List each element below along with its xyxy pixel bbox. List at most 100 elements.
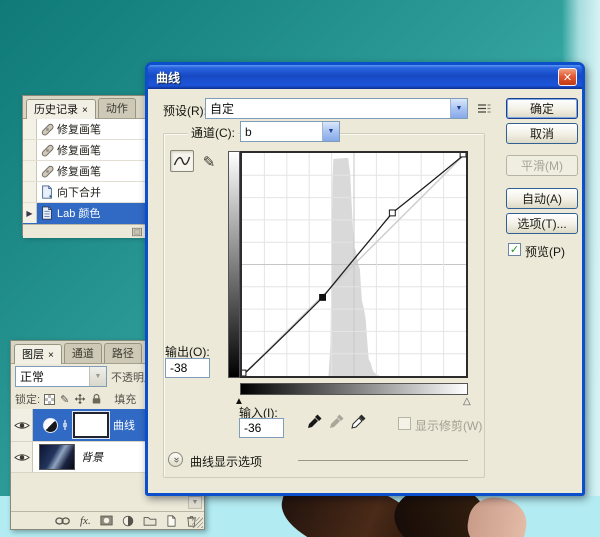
history-state-label: 修复画笔	[57, 163, 101, 179]
preview-checkbox[interactable]: ✓	[508, 243, 521, 256]
tab-channels-label: 通道	[72, 348, 94, 360]
history-state-label: 修复画笔	[57, 121, 101, 137]
preset-value: 自定	[206, 100, 450, 117]
history-source-well[interactable]: ▶	[23, 203, 37, 223]
tab-close-icon[interactable]: ×	[48, 350, 54, 361]
history-tabbar: 历史记录 × 动作	[23, 96, 147, 119]
history-source-well[interactable]	[23, 161, 37, 181]
show-clipping-label: 显示修剪(W)	[415, 417, 482, 434]
curve-svg[interactable]	[242, 153, 466, 376]
layer-name[interactable]: 背景	[81, 449, 103, 465]
smooth-button[interactable]: 平滑(M)	[506, 155, 578, 176]
current-state-pointer-icon: ▶	[26, 209, 32, 218]
curves-dialog: 曲线 ✕ 预设(R): 自定 ▼ 通道(C): b ▼ ✎ ▲ △ 输出(O):	[145, 62, 585, 496]
history-state-row[interactable]: 修复画笔	[23, 161, 147, 182]
history-state-label: Lab 颜色	[57, 205, 100, 221]
new-layer-icon[interactable]	[166, 515, 177, 527]
layer-name[interactable]: 曲线	[113, 417, 135, 433]
white-eyedropper-icon[interactable]	[350, 413, 367, 430]
new-adjustment-layer-icon[interactable]	[122, 515, 134, 527]
chevron-down-icon[interactable]: ▼	[322, 122, 339, 141]
tab-history[interactable]: 历史记录 ×	[26, 99, 96, 119]
white-point-slider[interactable]: △	[463, 397, 471, 407]
history-footer	[23, 224, 147, 238]
adjustment-layer-icon	[43, 418, 58, 433]
chevron-down-icon[interactable]: ▼	[450, 99, 467, 118]
tab-actions-label: 动作	[106, 103, 128, 115]
link-layers-icon[interactable]	[55, 516, 71, 526]
gray-eyedropper-icon[interactable]	[328, 413, 345, 430]
tab-close-icon[interactable]: ×	[82, 105, 88, 116]
tab-layers[interactable]: 图层 ×	[14, 344, 62, 364]
pencil-tool-button[interactable]: ✎	[197, 151, 221, 173]
show-clipping-checkbox[interactable]	[398, 417, 411, 430]
auto-button[interactable]: 自动(A)	[506, 188, 578, 209]
layer-mask-thumbnail[interactable]	[73, 412, 109, 438]
lock-label: 锁定:	[15, 391, 40, 407]
history-state-row[interactable]: 修复画笔	[23, 140, 147, 161]
layer-style-icon[interactable]: fx.	[80, 515, 91, 527]
lock-move-icon[interactable]	[74, 393, 86, 405]
options-button[interactable]: 选项(T)...	[506, 213, 578, 234]
lock-all-icon[interactable]	[91, 393, 102, 405]
mask-link-icon[interactable]	[61, 420, 69, 430]
input-gradient-bar	[240, 383, 468, 395]
ok-button[interactable]: 确定	[506, 98, 578, 119]
input-field[interactable]	[239, 418, 284, 438]
close-icon[interactable]: ✕	[558, 68, 577, 86]
tab-paths-label: 路径	[112, 348, 134, 360]
chevron-down-icon[interactable]: ▼	[89, 367, 106, 386]
layers-footer: fx.	[11, 511, 204, 529]
cancel-button[interactable]: 取消	[506, 123, 578, 144]
history-source-well[interactable]	[23, 182, 37, 202]
fill-label: 填充	[114, 391, 136, 407]
dialog-title: 曲线	[156, 69, 558, 86]
preset-options-icon[interactable]	[475, 101, 493, 116]
black-eyedropper-icon[interactable]	[306, 413, 323, 430]
preset-label: 预设(R):	[163, 102, 207, 119]
lock-paint-icon[interactable]: ✎	[60, 393, 69, 406]
history-state-label: 向下合并	[57, 184, 101, 200]
history-source-well[interactable]	[23, 119, 37, 139]
history-palette: 历史记录 × 动作 修复画笔 修复画笔 修复画笔	[22, 95, 148, 236]
document-state-icon	[37, 206, 57, 220]
tab-paths[interactable]: 路径	[104, 343, 142, 363]
tab-history-label: 历史记录	[34, 104, 78, 116]
channel-select[interactable]: b ▼	[240, 121, 340, 142]
blend-mode-select[interactable]: 正常 ▼	[15, 366, 107, 387]
preview-label: 预览(P)	[525, 243, 565, 260]
preset-select[interactable]: 自定 ▼	[205, 98, 468, 119]
history-state-row-selected[interactable]: ▶ Lab 颜色	[23, 203, 147, 224]
new-snapshot-icon[interactable]	[131, 226, 143, 238]
tab-actions[interactable]: 动作	[98, 98, 136, 118]
healing-brush-icon	[37, 122, 57, 137]
expander-divider	[298, 460, 468, 461]
history-source-well[interactable]	[23, 140, 37, 160]
channel-label: 通道(C):	[188, 124, 238, 141]
history-state-row[interactable]: 向下合并	[23, 182, 147, 203]
blend-mode-value: 正常	[16, 368, 89, 385]
curve-display-options-label[interactable]: 曲线显示选项	[190, 453, 262, 470]
history-state-row[interactable]: 修复画笔	[23, 119, 147, 140]
lock-transparency-icon[interactable]	[44, 394, 55, 405]
healing-brush-icon	[37, 143, 57, 158]
channel-value: b	[241, 125, 322, 139]
tab-layers-label: 图层	[22, 349, 44, 361]
layer-thumbnail[interactable]	[39, 444, 75, 470]
expander-chevron-icon[interactable]: »	[168, 452, 183, 467]
add-mask-icon[interactable]	[100, 515, 113, 526]
edit-points-tool-button[interactable]	[170, 150, 194, 172]
curve-grid[interactable]	[240, 151, 468, 378]
visibility-eye-icon[interactable]	[11, 442, 33, 472]
new-group-icon[interactable]	[143, 515, 157, 526]
history-state-label: 修复画笔	[57, 142, 101, 158]
output-gradient-bar	[228, 151, 240, 378]
visibility-eye-icon[interactable]	[11, 409, 33, 441]
tab-channels[interactable]: 通道	[64, 343, 102, 363]
photoshop-workspace: 历史记录 × 动作 修复画笔 修复画笔 修复画笔	[0, 0, 600, 537]
output-field[interactable]	[165, 358, 210, 378]
scrollbar-down-arrow[interactable]: ▼	[188, 496, 202, 509]
dialog-titlebar[interactable]: 曲线 ✕	[148, 65, 582, 89]
panel-resize-grip[interactable]	[192, 517, 203, 528]
healing-brush-icon	[37, 164, 57, 179]
